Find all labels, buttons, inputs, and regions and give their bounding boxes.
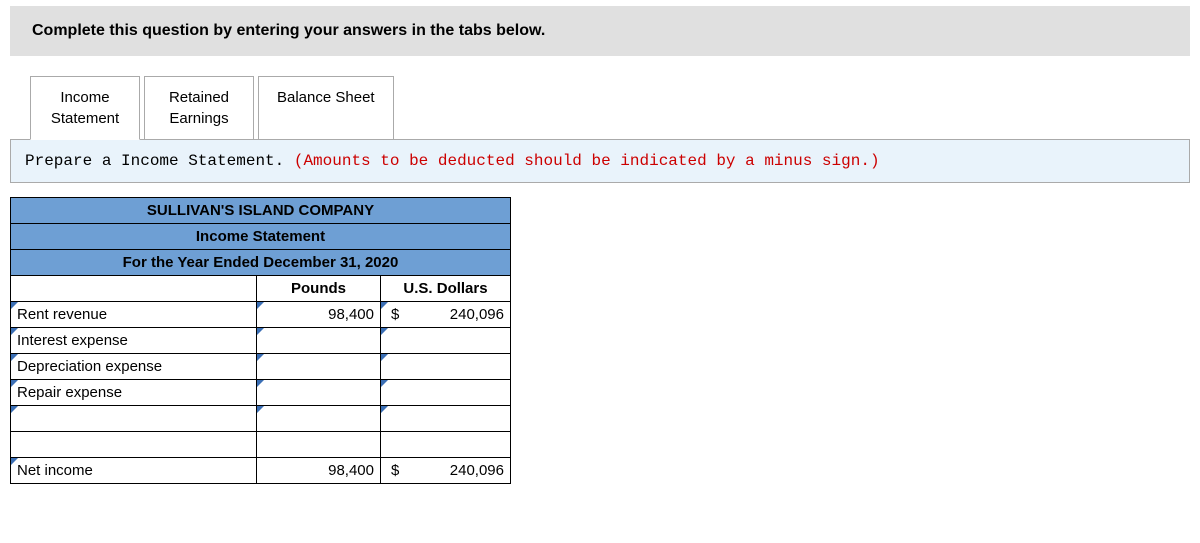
worksheet: SULLIVAN'S ISLAND COMPANY Income Stateme…	[10, 197, 1190, 484]
table-row: Rent revenue 98,400 $240,096	[11, 302, 511, 328]
total-label[interactable]: Net income	[11, 458, 257, 484]
tab-income-statement[interactable]: Income Statement	[30, 76, 140, 140]
instruction-bar: Complete this question by entering your …	[10, 6, 1190, 56]
table-row	[11, 406, 511, 432]
prompt-note: (Amounts to be deducted should be indica…	[294, 152, 880, 170]
income-statement-table: SULLIVAN'S ISLAND COMPANY Income Stateme…	[10, 197, 511, 484]
row-usd[interactable]	[381, 380, 511, 406]
total-row: Net income 98,400 $240,096	[11, 458, 511, 484]
row-label[interactable]: Depreciation expense	[11, 354, 257, 380]
tabs-container: Income Statement Retained Earnings Balan…	[30, 76, 1190, 140]
row-label[interactable]: Repair expense	[11, 380, 257, 406]
row-pounds[interactable]	[257, 354, 381, 380]
col-usd: U.S. Dollars	[381, 276, 511, 302]
row-usd[interactable]	[381, 354, 511, 380]
prompt-panel: Prepare a Income Statement. (Amounts to …	[10, 139, 1190, 183]
row-pounds[interactable]	[257, 380, 381, 406]
period-header: For the Year Ended December 31, 2020	[11, 250, 511, 276]
table-row: Depreciation expense	[11, 354, 511, 380]
total-pounds: 98,400	[257, 458, 381, 484]
spacer-row	[11, 432, 511, 458]
statement-title: Income Statement	[11, 224, 511, 250]
row-usd[interactable]	[381, 406, 511, 432]
row-pounds[interactable]	[257, 406, 381, 432]
table-row: Repair expense	[11, 380, 511, 406]
row-pounds[interactable]	[257, 328, 381, 354]
prompt-main: Prepare a Income Statement.	[25, 152, 294, 170]
tab-balance-sheet[interactable]: Balance Sheet	[258, 76, 394, 140]
total-usd: $240,096	[381, 458, 511, 484]
row-label[interactable]: Rent revenue	[11, 302, 257, 328]
table-row: Interest expense	[11, 328, 511, 354]
tab-retained-earnings[interactable]: Retained Earnings	[144, 76, 254, 140]
instruction-text: Complete this question by entering your …	[32, 22, 545, 39]
row-label[interactable]: Interest expense	[11, 328, 257, 354]
row-usd[interactable]	[381, 328, 511, 354]
row-pounds[interactable]: 98,400	[257, 302, 381, 328]
blank-corner	[11, 276, 257, 302]
col-pounds: Pounds	[257, 276, 381, 302]
row-usd[interactable]: $240,096	[381, 302, 511, 328]
company-header: SULLIVAN'S ISLAND COMPANY	[11, 198, 511, 224]
row-label[interactable]	[11, 406, 257, 432]
